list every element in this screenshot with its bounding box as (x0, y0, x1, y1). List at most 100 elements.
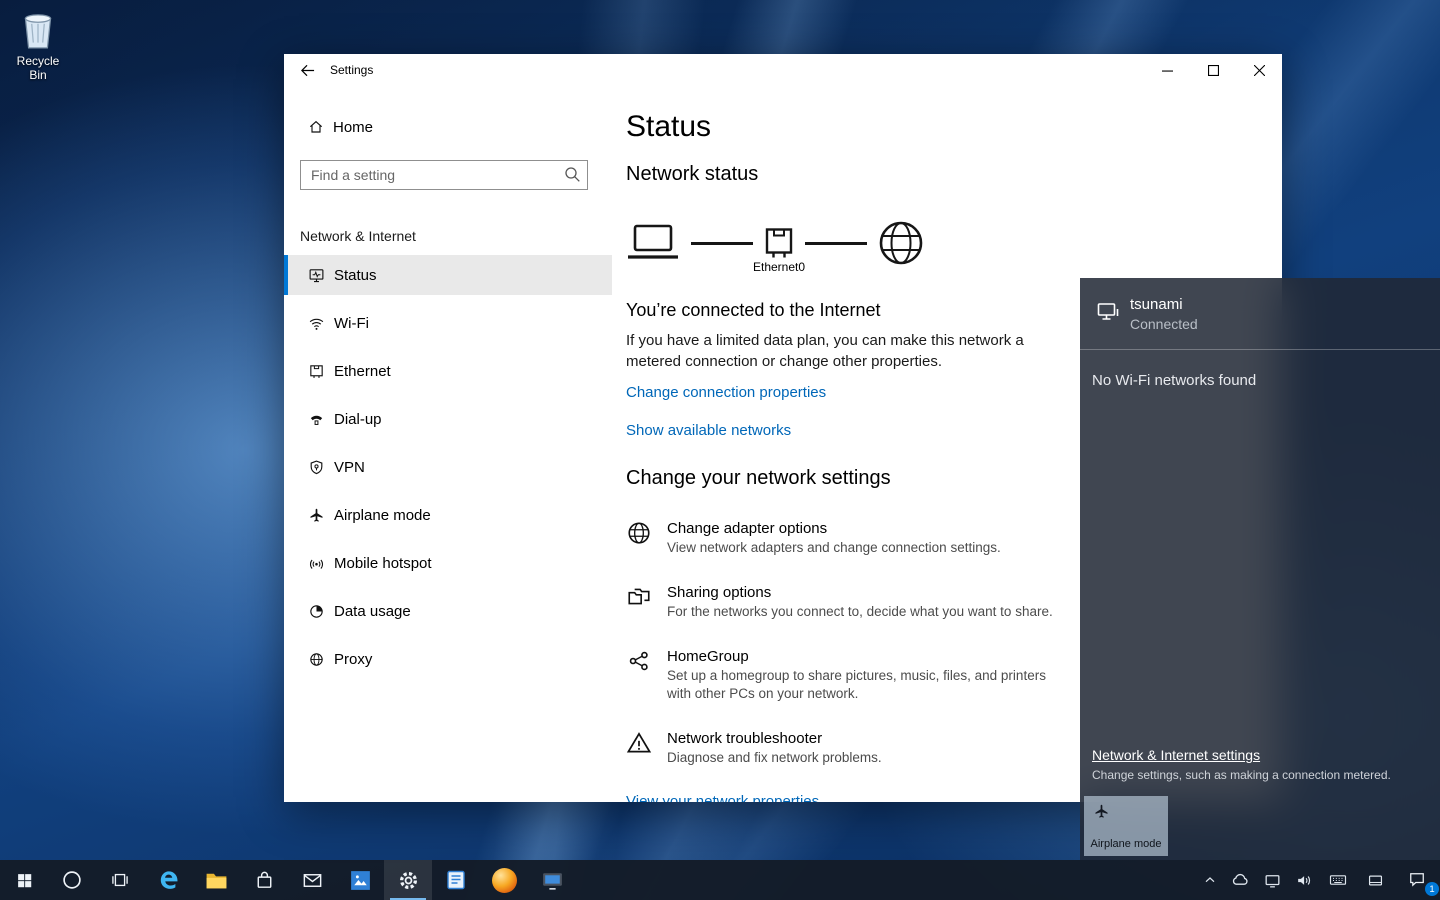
sidebar-item-vpn[interactable]: VPN (284, 447, 612, 487)
start-button[interactable] (0, 860, 48, 900)
sidebar-item-wifi[interactable]: Wi-Fi (284, 303, 612, 343)
sidebar-item-status[interactable]: Status (284, 255, 612, 295)
notes-app-button[interactable] (432, 860, 480, 900)
sidebar-item-airplane-mode[interactable]: Airplane mode (284, 495, 612, 535)
cortana-circle-icon (61, 869, 83, 891)
item-description: Diagnose and fix network problems. (667, 749, 882, 767)
network-name: tsunami (1130, 296, 1198, 314)
photos-app-button[interactable] (336, 860, 384, 900)
connected-network-row[interactable]: tsunami Connected (1080, 278, 1440, 334)
titlebar: Settings (284, 54, 1282, 86)
edge-icon (156, 868, 181, 893)
search-icon (564, 166, 581, 183)
task-view-icon (110, 870, 130, 890)
recycle-bin[interactable]: Recycle Bin (7, 6, 69, 82)
folder-icon (204, 868, 229, 893)
maximize-button[interactable] (1190, 54, 1236, 86)
sidebar-item-label: Ethernet (334, 363, 391, 380)
keyboard-icon (1328, 870, 1348, 890)
file-explorer-button[interactable] (192, 860, 240, 900)
change-connection-properties-link[interactable]: Change connection properties (626, 384, 826, 401)
edge-browser-button[interactable] (144, 860, 192, 900)
ethernet-icon (308, 363, 325, 380)
monitor-app-button[interactable] (528, 860, 576, 900)
sidebar-item-proxy[interactable]: Proxy (284, 639, 612, 679)
dialup-icon (308, 411, 325, 428)
back-arrow-icon (300, 63, 315, 78)
page-title: Status (626, 110, 1282, 144)
sidebar-item-data-usage[interactable]: Data usage (284, 591, 612, 631)
sidebar-item-mobile-hotspot[interactable]: Mobile hotspot (284, 543, 612, 583)
sidebar-item-dialup[interactable]: Dial-up (284, 399, 612, 439)
airplane-icon (308, 507, 325, 524)
adapter-options-icon (626, 520, 652, 546)
close-button[interactable] (1236, 54, 1282, 86)
settings-app-button[interactable] (384, 860, 432, 900)
show-available-networks-link[interactable]: Show available networks (626, 422, 791, 439)
connector-line (805, 242, 867, 245)
item-title: Change adapter options (667, 519, 1001, 539)
globe-icon (878, 220, 924, 266)
recycle-bin-label: Recycle Bin (7, 54, 69, 82)
network-status-heading: Network status (626, 162, 1282, 186)
connection-status-body: If you have a limited data plan, you can… (626, 330, 1031, 372)
speaker-icon (1295, 871, 1314, 890)
connector-line (691, 242, 753, 245)
mail-envelope-icon (301, 869, 324, 892)
sidebar-item-label: Wi-Fi (334, 315, 369, 332)
minimize-button[interactable] (1144, 54, 1190, 86)
sharing-options-icon (626, 584, 652, 610)
notes-doc-icon (444, 868, 468, 892)
network-connection-status: Connected (1130, 314, 1198, 334)
taskbar: 1 (0, 860, 1440, 900)
back-button[interactable] (284, 54, 330, 86)
sidebar-item-home[interactable]: Home (284, 107, 612, 147)
item-title: HomeGroup (667, 647, 1062, 667)
item-title: Sharing options (667, 583, 1053, 603)
windows-logo-icon (16, 872, 33, 889)
gear-icon (397, 869, 420, 892)
action-center-button[interactable]: 1 (1394, 860, 1440, 900)
troubleshooter-warning-icon (626, 730, 652, 756)
store-button[interactable] (240, 860, 288, 900)
recycle-bin-icon (7, 6, 69, 52)
ethernet-adapter-label: Ethernet0 (753, 260, 805, 274)
network-tray-button[interactable] (1256, 860, 1288, 900)
browser-globe-icon (492, 868, 517, 893)
window-title: Settings (330, 63, 373, 77)
mail-button[interactable] (288, 860, 336, 900)
search-input[interactable] (300, 160, 588, 190)
browser-app-button[interactable] (480, 860, 528, 900)
airplane-icon (1093, 803, 1110, 820)
mobile-hotspot-icon (308, 555, 325, 572)
flyout-divider (1080, 349, 1440, 350)
network-internet-settings-link[interactable]: Network & Internet settings (1092, 746, 1260, 764)
sidebar-item-label: Proxy (334, 651, 372, 668)
no-wifi-message: No Wi-Fi networks found (1092, 371, 1428, 391)
task-view-button[interactable] (96, 860, 144, 900)
proxy-icon (308, 651, 325, 668)
monitor-app-icon (540, 868, 565, 893)
touch-keyboard-button[interactable] (1320, 860, 1356, 900)
sidebar-item-label: Data usage (334, 603, 411, 620)
tablet-mode-tray-button[interactable] (1356, 860, 1394, 900)
hidden-icons-button[interactable] (1196, 860, 1224, 900)
onedrive-tray-button[interactable] (1224, 860, 1256, 900)
view-network-properties-link[interactable]: View your network properties (626, 793, 819, 802)
status-icon (308, 267, 325, 284)
search-box (300, 160, 588, 190)
sidebar-item-label: Mobile hotspot (334, 555, 432, 572)
settings-hint-text: Change settings, such as making a connec… (1092, 768, 1391, 783)
homegroup-icon (626, 648, 652, 674)
desktop: Recycle Bin Settings (0, 0, 1440, 900)
cortana-search-button[interactable] (48, 860, 96, 900)
sidebar-item-label: Dial-up (334, 411, 382, 428)
item-description: Set up a homegroup to share pictures, mu… (667, 667, 1062, 703)
tablet-tray-icon (1366, 871, 1385, 890)
ethernet-tray-icon (1263, 871, 1282, 890)
sidebar-item-label: Airplane mode (334, 507, 431, 524)
airplane-mode-label: Airplane mode (1084, 838, 1168, 850)
volume-tray-button[interactable] (1288, 860, 1320, 900)
sidebar-item-ethernet[interactable]: Ethernet (284, 351, 612, 391)
airplane-mode-tile[interactable]: Airplane mode (1084, 796, 1168, 856)
